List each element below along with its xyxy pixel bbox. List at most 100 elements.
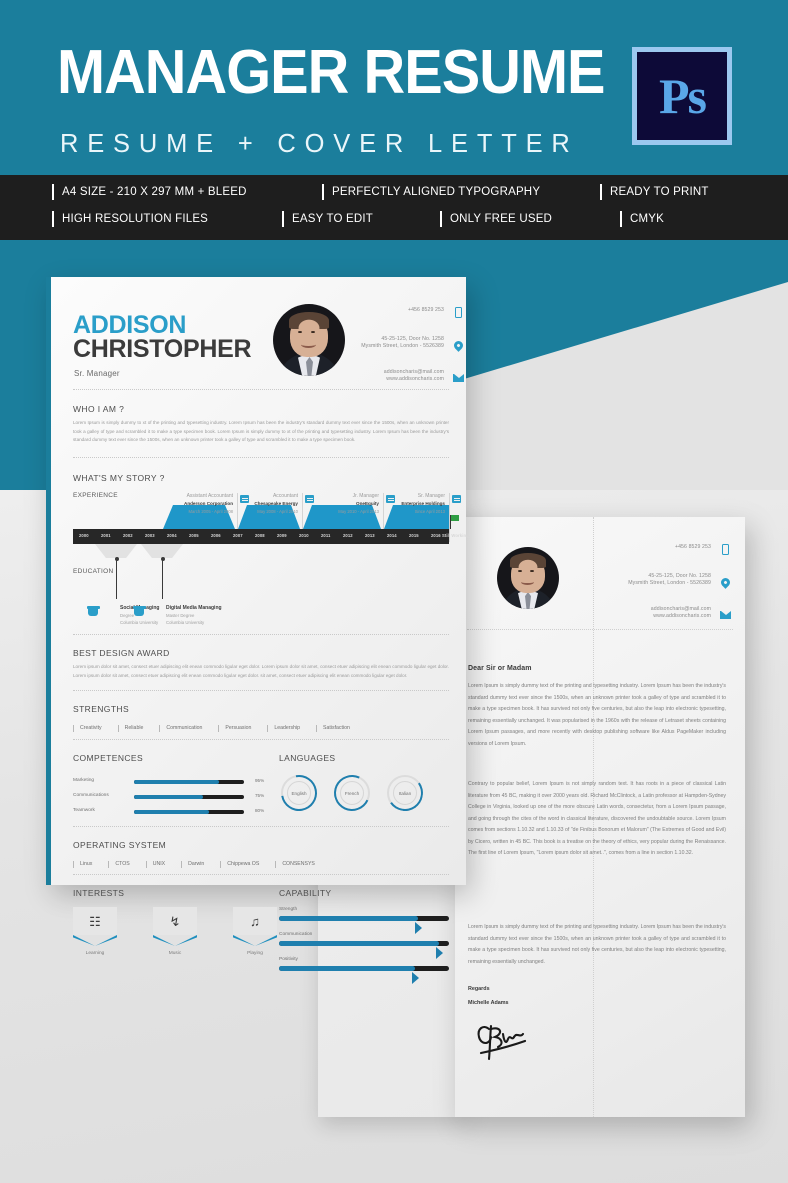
- language-ring-italian: Italian: [384, 772, 426, 814]
- cover-letter-paragraph-3: Lorem Ipsum is simply dummy text of the …: [468, 924, 726, 965]
- year-2007: 2007: [233, 533, 243, 538]
- interest-label: Learning: [85, 951, 105, 956]
- feature-item-high-resolution: HIGH RESOLUTION FILES: [52, 209, 208, 229]
- contact-address-line2: Mysmith Street, London - 5526389: [361, 343, 444, 349]
- competence-label: Marketing: [73, 778, 95, 783]
- briefcase-icon: [305, 495, 314, 503]
- job-role: Jr. Manager: [352, 493, 379, 499]
- os-chip-unix: UNIX: [145, 860, 165, 868]
- contact-phone-text: +456 8529 253: [674, 544, 711, 550]
- contact-phone: +456 8529 253: [623, 544, 731, 562]
- job-dates: Since April 2013: [414, 509, 445, 514]
- briefcase-icon: [386, 495, 395, 503]
- interest-music: ↯ Music: [153, 907, 197, 956]
- education-degree: Degree: [120, 613, 135, 618]
- phone-icon: [720, 544, 731, 555]
- divider-operating-system: [73, 874, 449, 875]
- capability-track: [279, 966, 449, 984]
- section-title-operating-system: OPERATING SYSTEM: [73, 840, 167, 850]
- screenshot-root: MANAGER RESUME RESUME + COVER LETTER Ps …: [0, 0, 788, 1183]
- header-banner: MANAGER RESUME RESUME + COVER LETTER Ps: [0, 0, 788, 175]
- book-icon: ☷: [89, 913, 101, 929]
- section-title-best-design-award: BEST DESIGN AWARD: [73, 648, 170, 658]
- interest-label: Playing: [247, 951, 263, 956]
- year-2009: 2009: [277, 533, 287, 538]
- divider-competences: [73, 826, 449, 827]
- year-2006: 2006: [211, 533, 221, 538]
- job-company: OneEquity: [356, 501, 379, 506]
- language-label: Italian: [398, 790, 412, 796]
- operating-system-list: Linux CTOS UNIX Darwin Chippewa OS CONSE…: [73, 860, 331, 868]
- strength-chip-creativity: Creativity: [73, 724, 102, 732]
- divider-strengths: [73, 739, 449, 740]
- mail-icon: [720, 609, 731, 620]
- year-2004: 2004: [167, 533, 177, 538]
- divider-header: [73, 389, 449, 390]
- running-person-icon: ↯: [169, 913, 181, 929]
- section-title-interests: INTERESTS: [73, 888, 125, 898]
- capability-fill: [279, 966, 415, 971]
- competence-row-marketing: Marketing 95%: [73, 777, 273, 787]
- location-pin-icon: [452, 339, 465, 352]
- education-name: Digital Media Managing: [166, 605, 222, 611]
- competence-percent: 80%: [255, 808, 265, 813]
- job-dates: May 2010 - April 2013: [338, 509, 379, 514]
- contact-address: 45-25-125, Door No. 1258 Mysmith Street,…: [356, 336, 465, 358]
- timeline-flag-icon: [450, 515, 459, 529]
- feature-row-2: HIGH RESOLUTION FILES EASY TO EDIT ONLY …: [0, 209, 788, 235]
- briefcase-icon: [240, 495, 249, 503]
- language-label: French: [344, 790, 360, 796]
- year-2000: 2000: [79, 533, 89, 538]
- feature-item-easy-to-edit: EASY TO EDIT: [282, 209, 373, 229]
- strength-chip-leadership: Leadership: [267, 724, 300, 732]
- cover-letter-divider: [467, 629, 733, 630]
- year-2001: 2001: [101, 533, 111, 538]
- year-2008: 2008: [255, 533, 265, 538]
- divider-story: [73, 634, 449, 635]
- resume-job-title: Sr. Manager: [74, 369, 120, 378]
- capability-fill: [279, 916, 419, 921]
- job-role: Sr. Manager: [417, 493, 445, 499]
- strengths-list: Creativity Reliable Communication Persua…: [73, 724, 366, 732]
- job-role: Assistant Accountant: [186, 493, 233, 499]
- strength-chip-satisfaction: Satisfaction: [316, 724, 350, 732]
- os-chip-ctos: CTOS: [108, 860, 130, 868]
- competence-row-teamwork: Teamwork 80%: [73, 807, 273, 817]
- resume-page: ADDISON CHRISTOPHER Sr. Manager +456 852…: [46, 277, 469, 984]
- cover-letter-signer-name: Michelle Adams: [468, 1000, 509, 1006]
- resume-last-name: CHRISTOPHER: [73, 335, 252, 363]
- music-note-icon: ♫: [250, 913, 260, 929]
- section-title-strengths: STRENGTHS: [73, 704, 130, 714]
- cover-letter-contacts: +456 8529 253 45-25-125, Door No. 1258 M…: [623, 544, 732, 639]
- resume-avatar: [273, 304, 345, 376]
- interest-playing: ♫ Playing: [233, 907, 277, 956]
- contact-website-text: www.addisoncharis.com: [653, 613, 711, 619]
- capability-fill: [279, 941, 439, 946]
- job-dates: May 2008 - April 2010: [257, 509, 298, 514]
- contact-email: addisoncharis@mail.com www.addisoncharis…: [623, 606, 731, 628]
- year-2005: 2005: [189, 533, 199, 538]
- capability-knob: [412, 971, 419, 984]
- feature-bar: A4 SIZE - 210 X 297 MM + BLEED PERFECTLY…: [0, 175, 788, 240]
- contact-email: addisoncharis@mail.com www.addisoncharis…: [356, 369, 464, 391]
- competence-fill: [134, 779, 219, 784]
- capability-knob: [435, 946, 443, 959]
- divider-award: [73, 690, 449, 691]
- year-2013: 2013: [365, 533, 375, 538]
- capability-label: Positivity: [279, 957, 298, 962]
- cover-letter-regards-label: Regards: [468, 986, 490, 992]
- year-2016-still-working: 2016 Still Working: [431, 533, 469, 538]
- competence-row-communications: Communications 75%: [73, 792, 273, 802]
- graduation-cap-icon: [86, 606, 100, 616]
- section-title-who-i-am: WHO I AM ?: [73, 404, 125, 414]
- competence-label: Teamwork: [73, 808, 95, 813]
- competence-percent: 75%: [255, 793, 265, 798]
- education-shape-1: [95, 544, 137, 558]
- competence-percent: 95%: [255, 778, 265, 783]
- feature-item-cmyk: CMYK: [620, 209, 664, 229]
- os-chip-chippewa-os: Chippewa OS: [220, 860, 259, 868]
- feature-item-a4-size: A4 SIZE - 210 X 297 MM + BLEED: [52, 182, 247, 202]
- year-2003: 2003: [145, 533, 155, 538]
- feature-item-typography: PERFECTLY ALIGNED TYPOGRAPHY: [322, 182, 540, 202]
- competence-fill: [134, 794, 204, 799]
